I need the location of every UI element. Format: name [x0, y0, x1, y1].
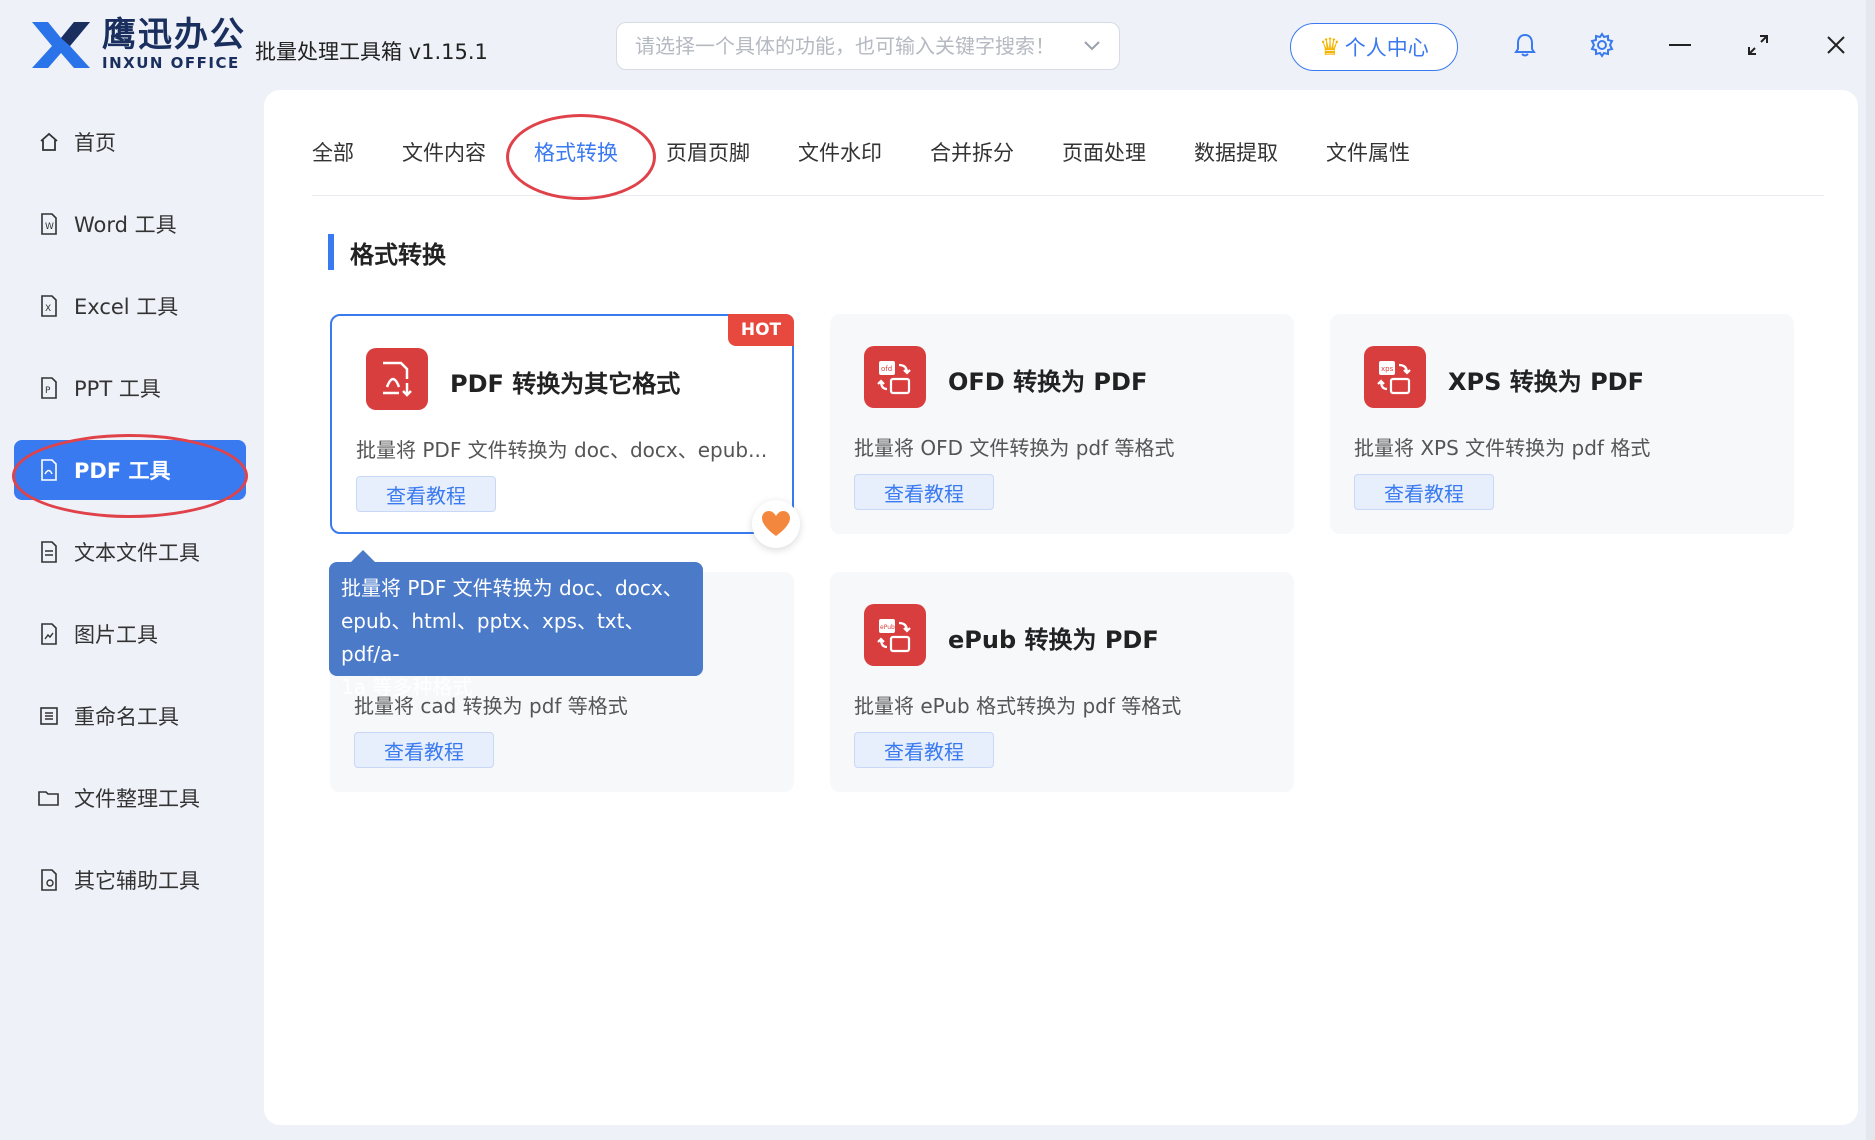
tab-watermark[interactable]: 文件水印	[798, 128, 930, 176]
sidebar-item-rename[interactable]: 重命名工具	[14, 686, 246, 746]
hot-badge: HOT	[728, 314, 794, 346]
tab-data-extract[interactable]: 数据提取	[1194, 128, 1326, 176]
card-title: OFD 转换为 PDF	[948, 368, 1148, 396]
pdf-file-icon	[38, 459, 60, 481]
sidebar-item-home[interactable]: 首页	[14, 112, 246, 172]
sidebar-item-word[interactable]: W Word 工具	[14, 194, 246, 254]
card-epub-convert[interactable]: ePub ePub 转换为 PDF 批量将 ePub 格式转换为 pdf 等格式…	[830, 572, 1294, 792]
tab-format-convert[interactable]: 格式转换	[534, 128, 666, 176]
section-title: 格式转换	[328, 234, 446, 270]
epub-convert-icon: ePub	[864, 604, 926, 666]
view-tutorial-button[interactable]: 查看教程	[854, 732, 994, 768]
pdf-convert-icon	[366, 348, 428, 410]
favorite-heart-icon[interactable]	[752, 500, 800, 548]
excel-file-icon: X	[38, 295, 60, 317]
tab-header-footer[interactable]: 页眉页脚	[666, 128, 798, 176]
crown-icon: ♛	[1319, 33, 1341, 61]
user-center-label: 个人中心	[1344, 36, 1429, 60]
card-desc: 批量将 PDF 文件转换为 doc、docx、epub...	[356, 438, 768, 462]
sidebar-item-label: PDF 工具	[74, 459, 171, 483]
tab-all[interactable]: 全部	[312, 128, 402, 176]
rename-icon	[38, 705, 60, 727]
minimize-icon[interactable]	[1663, 28, 1697, 62]
card-title: ePub 转换为 PDF	[948, 626, 1159, 654]
sidebar-item-text[interactable]: 文本文件工具	[14, 522, 246, 582]
card-desc: 批量将 OFD 文件转换为 pdf 等格式	[854, 436, 1175, 460]
bell-icon[interactable]	[1508, 28, 1542, 62]
sidebar: 首页 W Word 工具 X Excel 工具 P PPT 工具 PDF 工具 …	[0, 90, 248, 1140]
tooltip-line: 批量将 PDF 文件转换为 doc、docx、	[341, 576, 683, 600]
tab-file-props[interactable]: 文件属性	[1326, 128, 1458, 176]
tooltip-line: 1a 等多种格式	[341, 675, 473, 699]
svg-text:P: P	[45, 386, 51, 396]
view-tutorial-button[interactable]: 查看教程	[854, 474, 994, 510]
sidebar-item-label: Word 工具	[74, 213, 177, 237]
card-desc: 批量将 XPS 文件转换为 pdf 格式	[1354, 436, 1651, 460]
user-center-button[interactable]: ♛ 个人中心	[1290, 23, 1458, 71]
tools-icon	[38, 869, 60, 891]
sidebar-item-label: 文本文件工具	[74, 541, 200, 565]
xps-icon-label: xps	[1381, 365, 1394, 373]
sidebar-item-label: 首页	[74, 131, 116, 155]
card-tooltip: 批量将 PDF 文件转换为 doc、docx、 epub、html、pptx、x…	[329, 550, 703, 699]
sidebar-item-other[interactable]: 其它辅助工具	[14, 850, 246, 910]
view-tutorial-button[interactable]: 查看教程	[1354, 474, 1494, 510]
epub-icon-label: ePub	[880, 624, 895, 631]
svg-text:W: W	[45, 222, 54, 232]
tooltip-line: epub、html、pptx、xps、txt、pdf/a-	[341, 609, 645, 666]
card-ofd-convert[interactable]: ofd OFD 转换为 PDF 批量将 OFD 文件转换为 pdf 等格式 查看…	[830, 314, 1294, 534]
card-desc: 批量将 ePub 格式转换为 pdf 等格式	[854, 694, 1182, 718]
card-xps-convert[interactable]: xps XPS 转换为 PDF 批量将 XPS 文件转换为 pdf 格式 查看教…	[1330, 314, 1794, 534]
sidebar-item-label: 重命名工具	[74, 705, 179, 729]
tab-merge-split[interactable]: 合并拆分	[930, 128, 1062, 176]
sidebar-item-ppt[interactable]: P PPT 工具	[14, 358, 246, 418]
close-icon[interactable]	[1819, 28, 1853, 62]
sidebar-item-organize[interactable]: 文件整理工具	[14, 768, 246, 828]
sidebar-item-label: 文件整理工具	[74, 787, 200, 811]
category-tabs: 全部 文件内容 格式转换 页眉页脚 文件水印 合并拆分 页面处理 数据提取 文件…	[312, 128, 1824, 196]
xps-convert-icon: xps	[1364, 346, 1426, 408]
ofd-convert-icon: ofd	[864, 346, 926, 408]
sidebar-item-label: 其它辅助工具	[74, 869, 200, 893]
card-title: XPS 转换为 PDF	[1448, 368, 1644, 396]
window-edge	[1866, 0, 1875, 1140]
folder-icon	[38, 787, 60, 809]
ppt-file-icon: P	[38, 377, 60, 399]
text-file-icon	[38, 541, 60, 563]
logo-name-en: INXUN OFFICE	[102, 53, 240, 72]
sidebar-item-excel[interactable]: X Excel 工具	[14, 276, 246, 336]
maximize-icon[interactable]	[1741, 28, 1775, 62]
search-box[interactable]	[616, 22, 1120, 70]
view-tutorial-button[interactable]: 查看教程	[354, 732, 494, 768]
sidebar-item-label: PPT 工具	[74, 377, 161, 401]
card-pdf-convert[interactable]: HOT PDF 转换为其它格式 批量将 PDF 文件转换为 doc、docx、e…	[330, 314, 794, 534]
logo-x-icon	[32, 22, 90, 68]
svg-text:X: X	[45, 304, 51, 314]
tab-page-process[interactable]: 页面处理	[1062, 128, 1194, 176]
tab-file-content[interactable]: 文件内容	[402, 128, 534, 176]
sidebar-item-pdf[interactable]: PDF 工具	[14, 440, 246, 500]
search-input[interactable]	[635, 34, 1083, 58]
title-bar: 鹰迅办公 INXUN OFFICE 批量处理工具箱 v1.15.1 ♛ 个人中心	[0, 0, 1875, 90]
app-logo: 鹰迅办公 INXUN OFFICE	[28, 16, 246, 72]
card-title: PDF 转换为其它格式	[450, 370, 681, 398]
gear-icon[interactable]	[1585, 28, 1619, 62]
logo-name-cn: 鹰迅办公	[102, 14, 246, 55]
sidebar-item-label: 图片工具	[74, 623, 158, 647]
sidebar-item-image[interactable]: 图片工具	[14, 604, 246, 664]
chevron-down-icon[interactable]	[1083, 36, 1101, 57]
word-file-icon: W	[38, 213, 60, 235]
home-icon	[38, 131, 60, 153]
image-file-icon	[38, 623, 60, 645]
ofd-icon-label: ofd	[881, 365, 892, 373]
sidebar-item-label: Excel 工具	[74, 295, 179, 319]
app-title: 批量处理工具箱 v1.15.1	[255, 40, 488, 64]
view-tutorial-button[interactable]: 查看教程	[356, 476, 496, 512]
